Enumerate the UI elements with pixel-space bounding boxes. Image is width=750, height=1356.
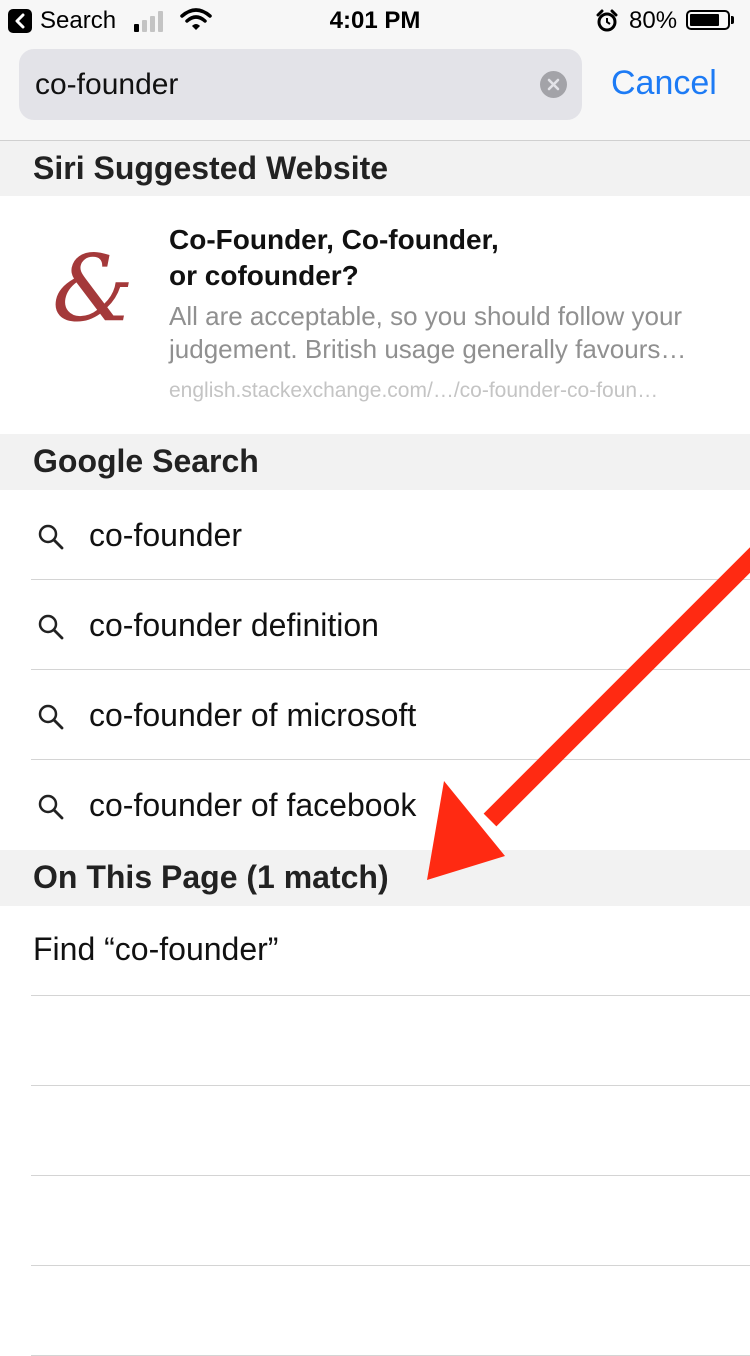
battery-icon bbox=[686, 10, 730, 30]
alarm-clock-icon bbox=[596, 9, 618, 32]
close-icon bbox=[547, 78, 560, 91]
suggestion-title-line-2: or cofounder? bbox=[169, 260, 359, 291]
battery-tip bbox=[731, 16, 734, 24]
section-title: On This Page (1 match) bbox=[33, 859, 389, 895]
section-header-google: Google Search bbox=[0, 434, 750, 490]
google-suggestion-row[interactable]: co-founder definition bbox=[0, 580, 750, 670]
google-suggestion-row[interactable]: co-founder bbox=[0, 490, 750, 580]
empty-row bbox=[0, 1086, 750, 1176]
suggestion-label: co-founder of facebook bbox=[89, 787, 417, 823]
google-suggestion-row[interactable]: co-founder of microsoft bbox=[0, 670, 750, 760]
ampersand-icon: & bbox=[52, 235, 134, 342]
empty-row bbox=[0, 1266, 750, 1356]
section-title: Google Search bbox=[33, 443, 259, 479]
siri-suggestion-card[interactable]: & Co-Founder, Co-founder, or cofounder? … bbox=[0, 196, 750, 434]
section-header-siri: Siri Suggested Website bbox=[0, 141, 750, 197]
search-input[interactable]: co-founder bbox=[19, 49, 582, 120]
search-icon bbox=[38, 614, 64, 640]
status-bar: Search 4:01 PM 80% bbox=[0, 0, 750, 42]
search-icon bbox=[38, 704, 64, 730]
suggestion-label: co-founder of microsoft bbox=[89, 697, 417, 733]
suggestion-label: co-founder definition bbox=[89, 607, 379, 643]
cancel-button[interactable]: Cancel bbox=[611, 64, 717, 103]
suggestion-label: co-founder bbox=[89, 517, 242, 553]
empty-row bbox=[0, 1176, 750, 1266]
clear-search-button[interactable] bbox=[540, 71, 567, 98]
suggestion-url: english.stackexchange.com/…/co-founder-c… bbox=[169, 379, 659, 402]
section-header-on-this-page: On This Page (1 match) bbox=[0, 850, 750, 906]
search-icon bbox=[38, 524, 64, 550]
empty-row bbox=[0, 996, 750, 1086]
top-bar: Search 4:01 PM 80% co-founder Cancel bbox=[0, 0, 750, 141]
suggestion-description: All are acceptable, so you should follow… bbox=[169, 301, 687, 364]
section-title: Siri Suggested Website bbox=[33, 150, 389, 186]
find-on-page-label: Find “co-founder” bbox=[33, 931, 279, 967]
google-suggestion-row[interactable]: co-founder of facebook bbox=[0, 760, 750, 850]
battery-fill bbox=[690, 14, 719, 26]
search-query-text[interactable]: co-founder bbox=[35, 68, 178, 102]
suggestion-title: Co-Founder, Co-founder, or cofounder? bbox=[169, 222, 709, 294]
battery-percent: 80% bbox=[629, 7, 678, 34]
suggestion-title-line-1: Co-Founder, Co-founder, bbox=[169, 224, 499, 255]
find-on-page-row[interactable]: Find “co-founder” bbox=[0, 906, 750, 996]
search-icon bbox=[38, 794, 64, 820]
